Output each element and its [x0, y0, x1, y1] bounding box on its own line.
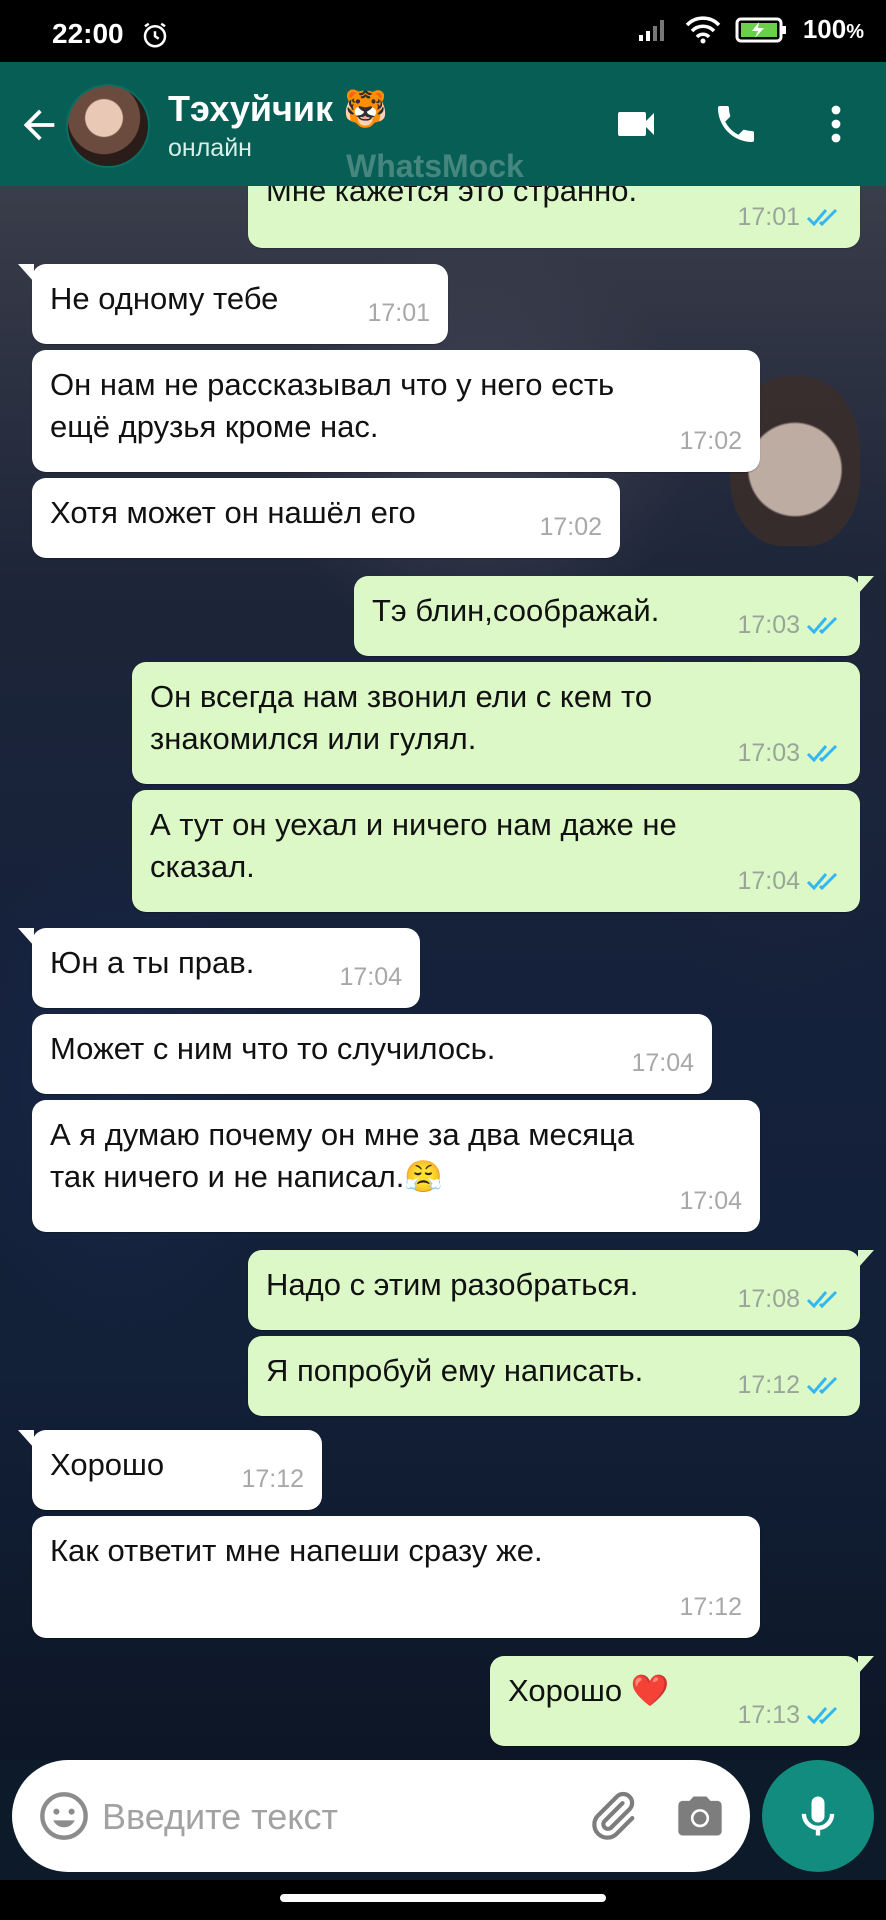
- signal-icon: [638, 19, 664, 41]
- system-navigation-bar: [0, 1880, 886, 1920]
- message-time: 17:03: [737, 611, 800, 639]
- read-receipt-icon: [806, 1706, 838, 1725]
- message-time: 17:13: [737, 1701, 800, 1729]
- battery-level: 100%: [802, 14, 864, 44]
- message-incoming[interactable]: А я думаю почему он мне за два месяца та…: [32, 1100, 760, 1232]
- message-incoming[interactable]: Он нам не рассказывал что у него есть ещ…: [32, 350, 760, 472]
- message-outgoing[interactable]: Тэ блин,соображай. 17:03: [354, 576, 874, 656]
- read-receipt-icon: [806, 616, 838, 635]
- wifi-icon: [685, 15, 721, 43]
- camera-icon[interactable]: [674, 1790, 726, 1842]
- message-outgoing[interactable]: Мне кажется это странно. 17:01: [248, 186, 860, 248]
- message-incoming[interactable]: Юн а ты прав. 17:04: [18, 928, 420, 1008]
- read-receipt-icon: [806, 744, 838, 763]
- message-text: Может с ним что то случилось.: [50, 1031, 496, 1066]
- message-outgoing[interactable]: А тут он уехал и ничего нам даже не сказ…: [132, 790, 860, 912]
- message-time: 17:04: [737, 867, 800, 895]
- message-input[interactable]: [100, 1784, 574, 1850]
- message-time: 17:01: [367, 299, 430, 327]
- message-time: 17:01: [737, 203, 800, 231]
- message-time: 17:04: [339, 963, 402, 991]
- message-outgoing[interactable]: Я попробуй ему написать. 17:12: [248, 1336, 860, 1416]
- message-text: Как ответит мне напеши сразу же.: [50, 1533, 543, 1568]
- attach-clip-icon[interactable]: [584, 1788, 640, 1844]
- message-time: 17:02: [539, 513, 602, 541]
- read-receipt-icon: [806, 1290, 838, 1309]
- voice-call-icon[interactable]: [712, 100, 760, 148]
- message-text: А я думаю почему он мне за два месяца та…: [50, 1117, 635, 1194]
- message-time: 17:08: [737, 1285, 800, 1313]
- contact-name[interactable]: Тэхуйчик 🐯: [168, 88, 388, 130]
- message-incoming[interactable]: Может с ним что то случилось. 17:04: [32, 1014, 712, 1094]
- read-receipt-icon: [806, 872, 838, 891]
- clock: 22:00: [52, 18, 124, 49]
- chat-area[interactable]: Мне кажется это странно. 17:01 Не одному…: [0, 186, 886, 1760]
- contact-status: онлайн: [168, 134, 252, 162]
- message-time: 17:03: [737, 739, 800, 767]
- message-time: 17:04: [631, 1049, 694, 1077]
- watermark: WhatsMock: [346, 148, 524, 184]
- message-time: 17:12: [241, 1465, 304, 1493]
- message-text: Он нам не рассказывал что у него есть ещ…: [50, 367, 615, 444]
- battery-icon: [735, 17, 786, 42]
- emoji-icon[interactable]: [38, 1790, 90, 1842]
- more-options-icon[interactable]: [812, 100, 860, 148]
- message-incoming[interactable]: Как ответит мне напеши сразу же. 17:12: [32, 1516, 760, 1638]
- message-outgoing[interactable]: Надо с этим разобраться. 17:08: [248, 1250, 874, 1330]
- message-time: 17:02: [679, 427, 742, 455]
- chat-header: Тэхуйчик 🐯 онлайн WhatsMock: [0, 62, 886, 186]
- message-outgoing[interactable]: Он всегда нам звонил ели с кем то знаком…: [132, 662, 860, 784]
- message-incoming[interactable]: Хотя может он нашёл его 17:02: [32, 478, 620, 558]
- avatar[interactable]: [66, 84, 150, 168]
- message-composer: [12, 1760, 750, 1872]
- microphone-icon: [801, 1796, 835, 1836]
- message-incoming[interactable]: Хорошо 17:12: [18, 1430, 322, 1510]
- message-time: 17:12: [737, 1371, 800, 1399]
- message-time: 17:04: [679, 1187, 742, 1215]
- status-bar: 22:00 100%: [0, 0, 886, 62]
- message-outgoing[interactable]: Хорошо ❤️ 17:13: [490, 1656, 874, 1746]
- status-icons: 100%: [637, 14, 864, 45]
- read-receipt-icon: [806, 1376, 838, 1395]
- microphone-button[interactable]: [762, 1760, 874, 1872]
- message-incoming[interactable]: Не одному тебе 17:01: [18, 264, 448, 344]
- back-arrow-icon[interactable]: [16, 102, 62, 148]
- alarm-icon: [143, 22, 167, 48]
- video-call-icon[interactable]: [612, 100, 660, 148]
- home-gesture-handle[interactable]: [280, 1894, 606, 1902]
- read-receipt-icon: [806, 208, 838, 227]
- message-text: Хотя может он нашёл его: [50, 495, 416, 530]
- message-time: 17:12: [679, 1593, 742, 1621]
